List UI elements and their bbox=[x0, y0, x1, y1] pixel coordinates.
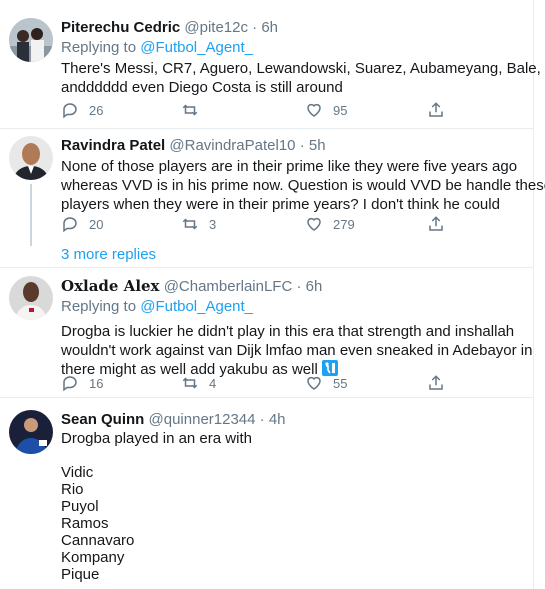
author-handle[interactable]: @ChamberlainLFC bbox=[164, 278, 293, 295]
text-line: whereas VVD is in his prime now. Questio… bbox=[61, 177, 545, 194]
author-name[interactable]: Piterechu Cedric bbox=[61, 19, 180, 36]
author-handle[interactable]: @quinner12344 bbox=[149, 411, 256, 428]
share-button[interactable] bbox=[427, 373, 445, 393]
retweet-icon bbox=[182, 377, 198, 389]
reply-button[interactable]: 20 bbox=[61, 214, 103, 234]
like-button[interactable]: 279 bbox=[305, 214, 355, 234]
action-bar: 20 3 279 bbox=[61, 214, 481, 234]
text-line: Puyol bbox=[61, 498, 99, 515]
timestamp[interactable]: 4h bbox=[269, 411, 286, 428]
action-bar: 16 4 55 bbox=[61, 373, 481, 393]
author-name[interactable]: Ravindra Patel bbox=[61, 137, 165, 154]
reply-feed: Piterechu Cedric @pite12c · 6h Replying … bbox=[0, 0, 545, 589]
reply-count: 16 bbox=[89, 375, 104, 391]
avatar[interactable] bbox=[9, 18, 53, 62]
tweet-text: There's Messi, CR7, Aguero, Lewandowski,… bbox=[61, 59, 541, 97]
reply-button[interactable]: 26 bbox=[61, 100, 103, 120]
thread-line bbox=[30, 184, 32, 246]
reply-count: 20 bbox=[89, 216, 104, 232]
mention-link[interactable]: @Futbol_Agent_ bbox=[140, 39, 253, 56]
reply-count: 26 bbox=[89, 102, 104, 118]
mention-link[interactable]: @Futbol_Agent_ bbox=[140, 298, 253, 315]
text-line: Drogba is luckier he didn't play in this… bbox=[61, 323, 515, 340]
share-icon bbox=[429, 102, 443, 117]
timestamp[interactable]: 6h bbox=[261, 19, 278, 36]
replying-to: Replying to @Futbol_Agent_ bbox=[61, 38, 521, 58]
share-button[interactable] bbox=[427, 214, 445, 234]
text-line: andddddd even Diego Costa is still aroun… bbox=[61, 79, 343, 96]
retweet-count: 4 bbox=[209, 375, 217, 391]
like-count: 279 bbox=[333, 216, 355, 232]
reply-icon bbox=[63, 376, 77, 392]
replying-label: Replying to bbox=[61, 298, 137, 315]
retweet-button[interactable]: 3 bbox=[181, 214, 216, 234]
action-bar: 26 95 bbox=[61, 100, 481, 120]
tweet-text: Drogba played in an era with Vidic Rio P… bbox=[61, 430, 521, 583]
text-line: Drogba played in an era with bbox=[61, 430, 252, 447]
text-line: Vidic bbox=[61, 464, 94, 481]
timestamp[interactable]: 6h bbox=[306, 278, 323, 295]
avatar[interactable] bbox=[9, 410, 53, 454]
heart-icon bbox=[307, 217, 321, 231]
separator-dot: · bbox=[252, 19, 258, 36]
like-count: 95 bbox=[333, 102, 348, 118]
separator-dot: · bbox=[299, 137, 305, 154]
reply-button[interactable]: 16 bbox=[61, 373, 103, 393]
retweet-button[interactable] bbox=[181, 100, 209, 120]
text-line: None of those players are in their prime… bbox=[61, 158, 518, 175]
author-handle[interactable]: @pite12c bbox=[184, 19, 248, 36]
replying-to: Replying to @Futbol_Agent_ bbox=[61, 297, 521, 317]
text-line bbox=[61, 447, 521, 464]
avatar[interactable] bbox=[9, 276, 53, 320]
avatar[interactable] bbox=[9, 136, 53, 180]
text-line: players when they were in their prime ye… bbox=[61, 196, 500, 213]
retweet-icon bbox=[182, 104, 198, 116]
tweet[interactable]: Piterechu Cedric @pite12c · 6h Replying … bbox=[0, 0, 541, 128]
replying-label: Replying to bbox=[61, 39, 137, 56]
tweet[interactable]: Sean Quinn @quinner12344 · 4h Drogba pla… bbox=[0, 398, 533, 589]
like-count: 55 bbox=[333, 375, 348, 391]
retweet-button[interactable]: 4 bbox=[181, 373, 216, 393]
share-icon bbox=[429, 375, 443, 390]
heart-icon bbox=[307, 103, 321, 117]
share-icon bbox=[429, 216, 443, 231]
like-button[interactable]: 95 bbox=[305, 100, 347, 120]
text-line: wouldn't work against van Dijk lmfao man… bbox=[61, 342, 533, 359]
reply-icon bbox=[63, 103, 77, 119]
tweet-text: Drogba is luckier he didn't play in this… bbox=[61, 322, 533, 379]
separator-dot: · bbox=[296, 278, 302, 295]
timestamp[interactable]: 5h bbox=[309, 137, 326, 154]
text-line: Pique bbox=[61, 566, 100, 583]
separator-dot: · bbox=[259, 411, 265, 428]
like-button[interactable]: 55 bbox=[305, 373, 347, 393]
text-line: Ramos bbox=[61, 515, 109, 532]
author-handle[interactable]: @RavindraPatel10 bbox=[169, 137, 295, 154]
tweet-text: None of those players are in their prime… bbox=[61, 157, 545, 214]
more-replies-link[interactable]: 3 more replies bbox=[61, 246, 156, 263]
text-line: Cannavaro bbox=[61, 532, 135, 549]
author-name[interactable]: Sean Quinn bbox=[61, 411, 144, 428]
retweet-icon bbox=[182, 218, 198, 230]
text-line: There's Messi, CR7, Aguero, Lewandowski,… bbox=[61, 60, 541, 77]
author-name[interactable]: Oxlade Alex bbox=[61, 277, 160, 295]
text-line: Rio bbox=[61, 481, 84, 498]
share-button[interactable] bbox=[427, 100, 445, 120]
text-line: Kompany bbox=[61, 549, 125, 566]
tweet[interactable]: Oxlade Alex @ChamberlainLFC · 6h Replyin… bbox=[0, 268, 533, 393]
reply-icon bbox=[63, 217, 77, 233]
tweet[interactable]: Ravindra Patel @RavindraPatel10 · 5h Non… bbox=[0, 129, 545, 267]
retweet-count: 3 bbox=[209, 216, 217, 232]
heart-icon bbox=[307, 376, 321, 390]
